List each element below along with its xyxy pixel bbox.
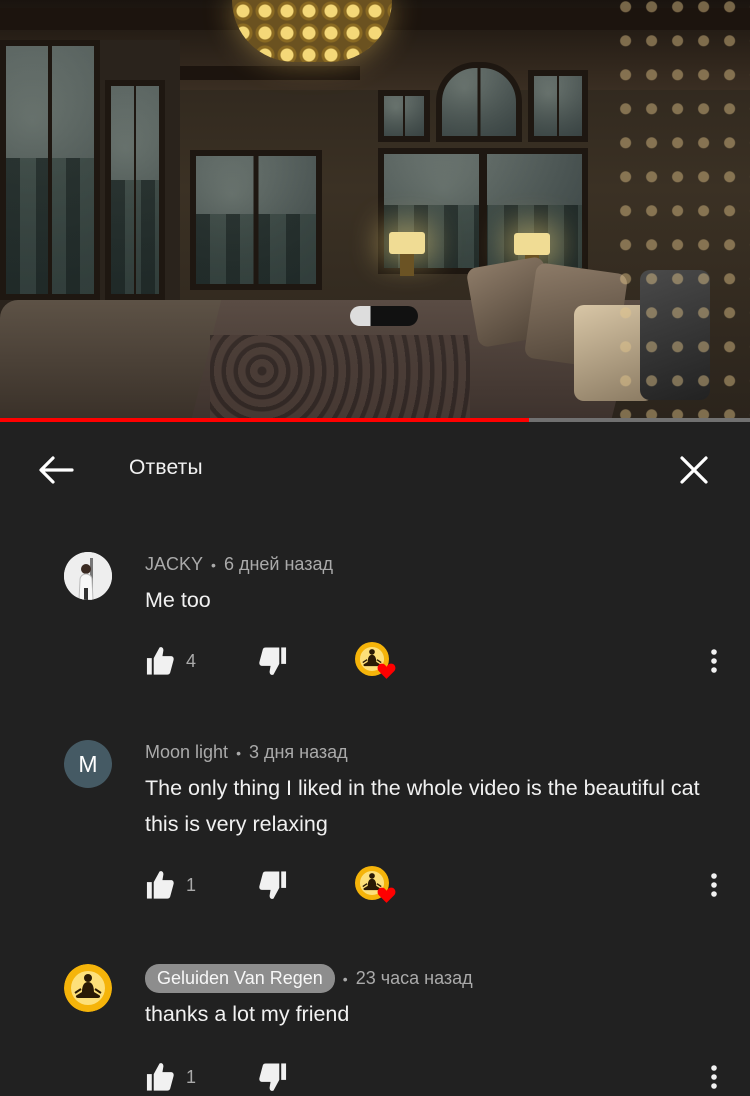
meditation-icon bbox=[64, 964, 112, 1012]
video-scene-lamp-base bbox=[400, 254, 414, 276]
comment-timestamp[interactable]: 6 дней назад bbox=[224, 554, 333, 575]
video-scene-flowers bbox=[610, 0, 750, 418]
dislike-button[interactable] bbox=[257, 1060, 291, 1094]
close-icon bbox=[680, 456, 708, 484]
creator-author-badge[interactable]: Geluiden Van Regen bbox=[145, 964, 335, 993]
avatar-letter: M bbox=[78, 750, 98, 777]
back-button[interactable] bbox=[30, 448, 82, 492]
video-scene-window bbox=[0, 40, 100, 300]
more-options-button[interactable] bbox=[701, 644, 727, 678]
like-count: 4 bbox=[186, 650, 197, 671]
close-button[interactable] bbox=[668, 446, 720, 494]
page-title: Ответы bbox=[129, 456, 203, 479]
thumb-up-icon bbox=[146, 871, 174, 899]
more-options-button[interactable] bbox=[701, 1060, 727, 1094]
video-scene-window bbox=[105, 80, 165, 300]
video-scene-lamp bbox=[389, 232, 425, 254]
arrow-left-icon bbox=[39, 456, 74, 484]
comment-meta: Moon light • 3 дня назад bbox=[145, 742, 348, 763]
comment-text: Me too bbox=[145, 588, 211, 612]
video-player[interactable] bbox=[0, 0, 750, 418]
comment-author-name[interactable]: JACKY bbox=[145, 554, 203, 575]
comment-actions: 1 bbox=[145, 866, 735, 908]
replies-header: Ответы bbox=[0, 422, 750, 518]
comment-actions: 4 bbox=[145, 642, 735, 684]
video-scene-beam bbox=[160, 66, 360, 80]
dislike-button[interactable] bbox=[257, 868, 291, 902]
like-button[interactable]: 1 bbox=[145, 1060, 196, 1094]
comment-timestamp[interactable]: 3 дня назад bbox=[249, 742, 348, 763]
comment-author-avatar[interactable] bbox=[64, 964, 112, 1012]
more-vertical-icon bbox=[711, 649, 717, 673]
dislike-button[interactable] bbox=[257, 644, 291, 678]
thumb-up-icon bbox=[146, 647, 174, 675]
video-scene-window bbox=[190, 150, 322, 290]
video-scene-blanket bbox=[210, 335, 470, 418]
more-options-button[interactable] bbox=[701, 868, 727, 902]
comment-meta: JACKY • 6 дней назад bbox=[145, 554, 333, 575]
video-scene-lamp bbox=[514, 233, 550, 255]
comment-text: thanks a lot my friend bbox=[145, 1002, 350, 1026]
more-vertical-icon bbox=[711, 873, 717, 897]
like-button[interactable]: 4 bbox=[145, 644, 196, 678]
creator-heart-badge bbox=[355, 866, 396, 904]
thumb-down-icon bbox=[259, 871, 287, 899]
video-scene-window bbox=[378, 90, 430, 142]
comment-meta: Geluiden Van Regen • 23 часа назад bbox=[145, 964, 473, 993]
meta-separator: • bbox=[236, 744, 241, 761]
meta-separator: • bbox=[342, 970, 348, 987]
creator-heart-badge bbox=[355, 642, 396, 680]
comment-timestamp[interactable]: 23 часа назад bbox=[356, 968, 473, 989]
comment-author-avatar[interactable] bbox=[64, 552, 112, 600]
heart-icon bbox=[377, 887, 396, 903]
thumb-up-icon bbox=[146, 1063, 174, 1091]
like-button[interactable]: 1 bbox=[145, 868, 196, 902]
video-scene-window bbox=[528, 70, 588, 142]
comment-author-avatar[interactable]: M bbox=[64, 740, 112, 788]
comment-actions: 1 bbox=[145, 1060, 735, 1096]
comment-author-name[interactable]: Moon light bbox=[145, 742, 228, 763]
comment-text: The only thing I liked in the whole vide… bbox=[145, 776, 700, 836]
video-scene-cat bbox=[350, 306, 418, 326]
more-vertical-icon bbox=[711, 1065, 717, 1089]
like-count: 1 bbox=[186, 1066, 197, 1087]
meta-separator: • bbox=[211, 556, 216, 573]
video-scene-window bbox=[436, 62, 522, 142]
thumb-down-icon bbox=[259, 647, 287, 675]
like-count: 1 bbox=[186, 874, 197, 895]
person-photo-icon bbox=[64, 552, 112, 600]
heart-icon bbox=[377, 663, 396, 679]
thumb-down-icon bbox=[259, 1063, 287, 1091]
